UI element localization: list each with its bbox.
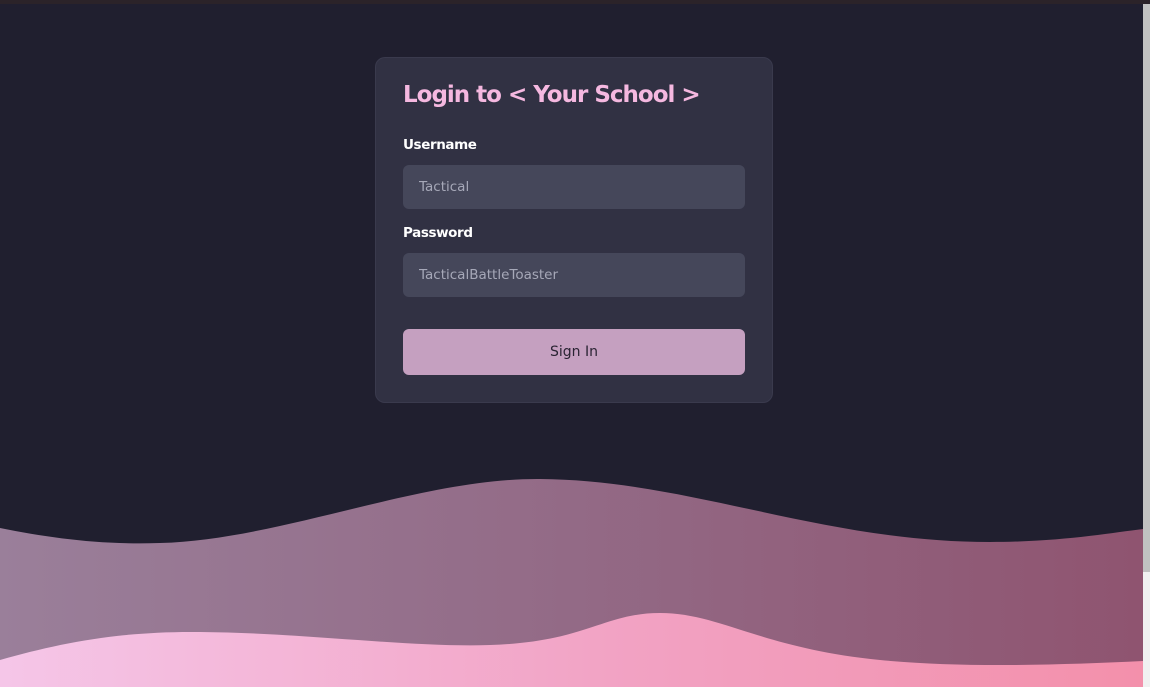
password-label: Password <box>403 225 473 241</box>
username-label: Username <box>403 137 477 153</box>
username-input[interactable] <box>403 165 745 209</box>
password-input[interactable] <box>403 253 745 297</box>
login-page: Login to < Your School > Username Passwo… <box>0 0 1150 687</box>
sign-in-button[interactable]: Sign In <box>403 329 745 375</box>
scrollbar-thumb[interactable] <box>1143 4 1150 572</box>
login-card: Login to < Your School > Username Passwo… <box>375 57 773 403</box>
login-title: Login to < Your School > <box>403 82 701 108</box>
